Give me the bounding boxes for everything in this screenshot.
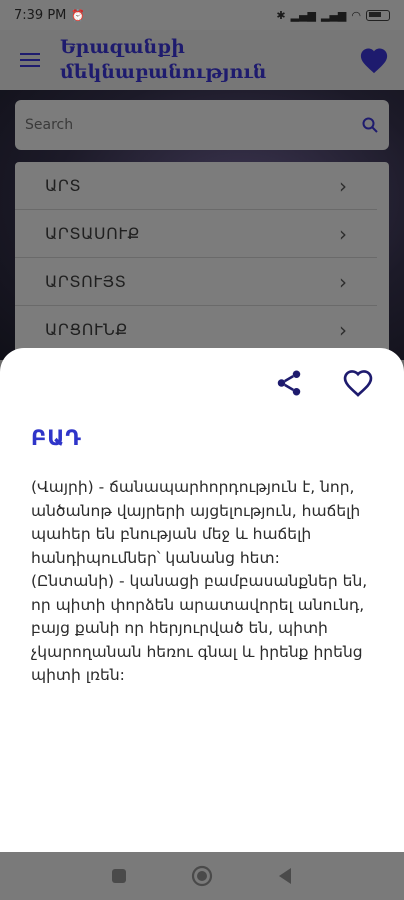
list-item-label: ԱՐՏԱՍՈՒՔ (45, 224, 141, 243)
home-icon[interactable] (191, 865, 213, 887)
app-bar: Երազանքի մեկնաբանություն (0, 30, 404, 90)
description-paragraph: (Ընտանի) - կանացի բամբասանքներ են, որ պի… (31, 572, 368, 684)
status-icons: ✱ ▂▄▆ ▂▄▆ ◠ (276, 9, 390, 22)
dream-description: (Վայրի) - ճանապարհորդություն է, նոր, անծ… (31, 476, 381, 688)
sheet-actions (274, 368, 374, 398)
recents-icon[interactable] (111, 868, 127, 884)
description-paragraph: (Վայրի) - ճանապարհորդություն է, նոր, անծ… (31, 478, 361, 567)
signal-icon: ▂▄▆ (290, 8, 316, 22)
hamburger-menu-icon (20, 53, 40, 67)
heart-outline-icon[interactable] (342, 368, 374, 398)
list-item-label: ԱՐՏՈՒՅՏ (45, 272, 127, 291)
chevron-right-icon: › (339, 173, 347, 198)
status-bar: 7:39 PM ⏰ ✱ ▂▄▆ ▂▄▆ ◠ (0, 0, 404, 30)
list-item-label: ԱՐՑՈՒՆՔ (45, 320, 128, 339)
search-icon[interactable] (361, 116, 379, 134)
list-item-label: ԱՐՏ (45, 176, 82, 195)
chevron-right-icon: › (339, 317, 347, 342)
battery-icon (366, 9, 390, 21)
chevron-right-icon: › (339, 221, 347, 246)
alarm-icon: ⏰ (71, 8, 86, 22)
back-icon[interactable] (277, 867, 293, 885)
search-placeholder: Search (25, 117, 74, 133)
heart-filled-icon (360, 48, 388, 74)
dream-title: ԲԱԴ (31, 426, 82, 450)
bluetooth-icon: ✱ (276, 8, 286, 22)
menu-button[interactable] (0, 30, 60, 90)
detail-bottom-sheet: ԲԱԴ (Վայրի) - ճանապարհորդություն է, նոր,… (0, 348, 404, 852)
app-title: Երազանքի մեկնաբանություն (60, 36, 267, 83)
search-input[interactable]: Search (15, 100, 389, 150)
list-item[interactable]: ԱՐՏՈՒՅՏ › (15, 258, 377, 306)
list-item[interactable]: ԱՐՏԱՍՈՒՔ › (15, 210, 377, 258)
signal-icon-2: ▂▄▆ (321, 8, 347, 22)
system-nav-bar (0, 852, 404, 900)
favorites-button[interactable] (344, 30, 404, 90)
list-item[interactable]: ԱՐՑՈՒՆՔ › (15, 306, 377, 354)
list-item[interactable]: ԱՐՏ › (15, 162, 377, 210)
wifi-icon: ◠ (351, 8, 361, 22)
share-icon[interactable] (274, 368, 304, 398)
chevron-right-icon: › (339, 269, 347, 294)
status-time: 7:39 PM (14, 7, 67, 23)
